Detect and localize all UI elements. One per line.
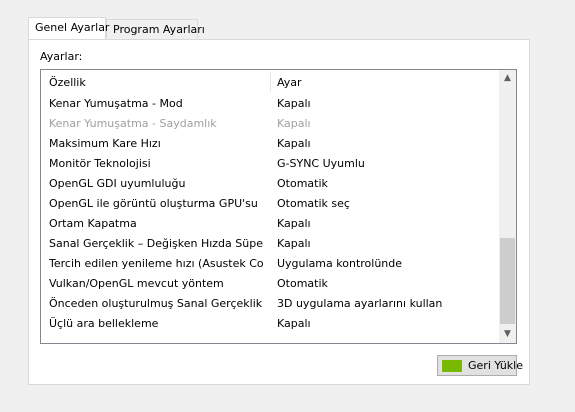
list-item[interactable]: Monitör Teknolojisi G-SYNC Uyumlu [41,154,501,174]
feature-value: Kapalı [277,317,311,330]
general-settings-panel: Ayarlar: Özellik Ayar Kenar Yumuşatma - … [28,39,530,385]
feature-name: Sanal Gerçeklik – Değişken Hızda Süper Ö… [49,237,264,250]
feature-name: OpenGL ile görüntü oluşturma GPU'su [49,197,258,210]
list-item[interactable]: Önceden oluşturulmuş Sanal Gerçeklik kar… [41,294,501,314]
list-item[interactable]: OpenGL ile görüntü oluşturma GPU'su Otoma… [41,194,501,214]
feature-name: Kenar Yumuşatma - Mod [49,97,183,110]
feature-value: Kapalı [277,217,311,230]
feature-name: Tercih edilen yenileme hızı (Asustek Com… [49,257,264,270]
list-item[interactable]: Tercih edilen yenileme hızı (Asustek Com… [41,254,501,274]
tab-program-ayarlari[interactable]: Program Ayarları [106,19,205,38]
list-item[interactable]: Sanal Gerçeklik – Değişken Hızda Süper Ö… [41,234,501,254]
column-divider[interactable] [270,72,271,92]
settings-rows: Kenar Yumuşatma - Mod Kapalı Kenar Yumuşa… [41,94,501,334]
feature-name: Kenar Yumuşatma - Saydamlık [49,117,217,130]
feature-value: Kapalı [277,97,311,110]
feature-value: Kapalı [277,117,311,130]
nvidia-logo-icon [442,360,462,372]
list-item[interactable]: OpenGL GDI uyumluluğu Otomatik [41,174,501,194]
list-item: Kenar Yumuşatma - Saydamlık Kapalı [41,114,501,134]
feature-value: Kapalı [277,137,311,150]
column-header-setting[interactable]: Ayar [277,76,302,89]
tab-genel-ayarlar[interactable]: Genel Ayarlar [28,17,109,39]
feature-name: Üçlü ara bellekleme [49,317,159,330]
feature-value: Otomatik [277,277,328,290]
feature-name: Monitör Teknolojisi [49,157,151,170]
restore-defaults-button[interactable]: Geri Yükle [437,355,523,376]
list-item[interactable]: Kenar Yumuşatma - Mod Kapalı [41,94,501,114]
settings-label: Ayarlar: [40,50,83,63]
feature-name: Vulkan/OpenGL mevcut yöntem [49,277,224,290]
feature-value: Otomatik [277,177,328,190]
feature-name: Maksimum Kare Hızı [49,137,161,150]
vertical-scrollbar[interactable]: ▲ ▼ [499,70,516,343]
list-item[interactable]: Ortam Kapatma Kapalı [41,214,501,234]
settings-list[interactable]: Özellik Ayar Kenar Yumuşatma - Mod Kapalı… [40,69,517,344]
list-item[interactable]: Maksimum Kare Hızı Kapalı [41,134,501,154]
feature-name: Ortam Kapatma [49,217,137,230]
feature-name: Önceden oluşturulmuş Sanal Gerçeklik kar… [49,297,264,310]
list-item[interactable]: Vulkan/OpenGL mevcut yöntem Otomatik [41,274,501,294]
list-item[interactable]: Üçlü ara bellekleme Kapalı [41,314,501,334]
restore-button-label: Geri Yükle [468,359,523,372]
feature-value: Kapalı [277,237,311,250]
feature-value: G-SYNC Uyumlu [277,157,365,170]
list-header: Özellik Ayar [41,70,501,94]
scroll-down-icon[interactable]: ▼ [499,326,516,343]
scroll-up-icon[interactable]: ▲ [499,70,516,87]
scroll-thumb[interactable] [500,238,515,324]
feature-value: 3D uygulama ayarlarını kullan [277,297,443,310]
feature-value: Uygulama kontrolünde [277,257,403,270]
feature-value: Otomatik seç [277,197,350,210]
feature-name: OpenGL GDI uyumluluğu [49,177,186,190]
column-header-feature[interactable]: Özellik [49,76,86,89]
